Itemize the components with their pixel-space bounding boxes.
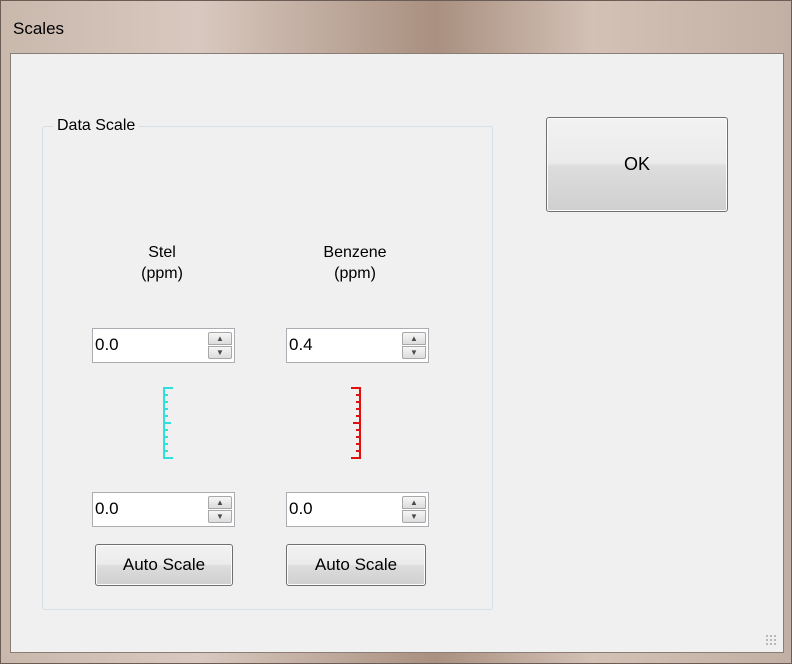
benzene-max-spin-buttons: ▲ ▼ xyxy=(402,332,426,359)
up-arrow-icon: ▲ xyxy=(410,498,418,507)
benzene-header-unit: (ppm) xyxy=(334,265,376,282)
down-arrow-icon: ▼ xyxy=(410,512,418,521)
dialog-client-area: Data Scale Stel (ppm) ▲ ▼ xyxy=(10,53,784,653)
ok-button[interactable]: OK xyxy=(546,117,728,212)
stel-max-spinbox[interactable]: ▲ ▼ xyxy=(92,328,235,363)
stel-min-down-button[interactable]: ▼ xyxy=(208,510,232,523)
benzene-max-up-button[interactable]: ▲ xyxy=(402,332,426,345)
stel-header-name: Stel xyxy=(148,244,176,261)
benzene-max-spinbox[interactable]: ▲ ▼ xyxy=(286,328,429,363)
stel-max-down-button[interactable]: ▼ xyxy=(208,346,232,359)
stel-header-unit: (ppm) xyxy=(141,265,183,282)
benzene-header-name: Benzene xyxy=(323,244,387,261)
up-arrow-icon: ▲ xyxy=(216,334,224,343)
benzene-scale-ruler xyxy=(351,387,361,459)
stel-max-up-button[interactable]: ▲ xyxy=(208,332,232,345)
benzene-min-down-button[interactable]: ▼ xyxy=(402,510,426,523)
stel-min-input[interactable] xyxy=(95,494,203,524)
scales-dialog: Scales Data Scale Stel (ppm) ▲ ▼ xyxy=(0,0,792,664)
benzene-max-down-button[interactable]: ▼ xyxy=(402,346,426,359)
benzene-header: Benzene (ppm) xyxy=(275,242,435,284)
benzene-min-input[interactable] xyxy=(289,494,397,524)
stel-min-up-button[interactable]: ▲ xyxy=(208,496,232,509)
stel-max-input[interactable] xyxy=(95,330,203,360)
up-arrow-icon: ▲ xyxy=(216,498,224,507)
benzene-min-spinbox[interactable]: ▲ ▼ xyxy=(286,492,429,527)
stel-scale-ruler xyxy=(163,387,173,459)
benzene-min-up-button[interactable]: ▲ xyxy=(402,496,426,509)
benzene-auto-scale-button[interactable]: Auto Scale xyxy=(286,544,426,586)
down-arrow-icon: ▼ xyxy=(216,512,224,521)
down-arrow-icon: ▼ xyxy=(410,348,418,357)
resize-grip[interactable] xyxy=(765,634,777,646)
stel-header: Stel (ppm) xyxy=(82,242,242,284)
up-arrow-icon: ▲ xyxy=(410,334,418,343)
data-scale-group: Data Scale Stel (ppm) ▲ ▼ xyxy=(42,117,493,610)
window-title: Scales xyxy=(13,19,65,38)
down-arrow-icon: ▼ xyxy=(216,348,224,357)
benzene-min-spin-buttons: ▲ ▼ xyxy=(402,496,426,523)
stel-auto-scale-button[interactable]: Auto Scale xyxy=(95,544,233,586)
benzene-ruler-ticks xyxy=(351,387,361,459)
stel-ruler-ticks xyxy=(163,387,173,459)
group-label: Data Scale xyxy=(53,117,140,135)
stel-min-spinbox[interactable]: ▲ ▼ xyxy=(92,492,235,527)
stel-max-spin-buttons: ▲ ▼ xyxy=(208,332,232,359)
benzene-max-input[interactable] xyxy=(289,330,397,360)
title-bar[interactable]: Scales xyxy=(1,1,791,53)
stel-min-spin-buttons: ▲ ▼ xyxy=(208,496,232,523)
